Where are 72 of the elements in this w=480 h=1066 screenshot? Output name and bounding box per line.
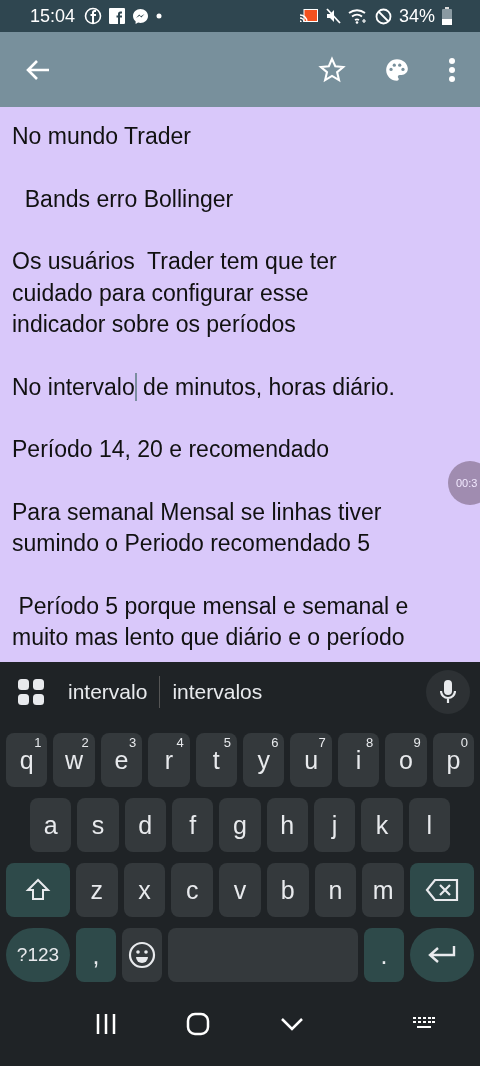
letter-key[interactable]: k [361,798,403,852]
letter-key[interactable]: j [313,798,356,852]
keyboard-icon[interactable] [413,1017,436,1031]
note-text-line: Os usuários Trader tem que ter [12,247,337,276]
note-text-line: cuidado para configurar esse [12,278,309,308]
letter-key[interactable]: v [219,863,261,917]
letter-key[interactable]: c [171,863,214,917]
back-arrow-icon[interactable] [26,58,50,81]
backspace-key[interactable] [410,863,475,917]
facebook-square-icon [109,8,126,24]
suggestion[interactable]: intervalos [160,680,275,704]
note-text-line: Para semanal Mensal se linhas tiver [12,497,382,527]
punctuation-key[interactable]: . [364,928,404,982]
letter-key[interactable]: d [124,798,166,852]
note-text-line: Bands erro Bollinger [23,184,234,214]
emoji-key[interactable] [122,928,162,982]
apps-grid-icon[interactable] [18,679,44,705]
letter-key[interactable]: n [314,863,357,917]
letter-key[interactable]: q 1 [6,733,48,787]
note-text-line: indicador sobre os períodos [12,310,296,339]
shift-arrow-icon [25,877,51,903]
letter-key[interactable]: i 8 [337,733,380,787]
letter-key[interactable]: b [266,863,309,917]
dot-icon [156,13,163,19]
letter-key[interactable]: t 5 [195,733,238,787]
letter-key[interactable]: y 6 [243,733,285,787]
do-not-disturb-icon [374,7,392,25]
enter-arrow-icon [427,944,457,966]
battery-percent: 34% [398,5,435,27]
letter-key[interactable]: h [266,798,308,852]
letter-key[interactable]: x [123,863,166,917]
letter-key[interactable]: r 4 [148,733,190,787]
mute-icon [324,8,341,24]
letter-key[interactable]: o 9 [385,733,427,787]
battery-icon [442,7,452,25]
letter-key[interactable]: w 2 [53,733,95,787]
backspace-icon [425,878,460,902]
letter-key[interactable]: p 0 [432,733,475,787]
letter-key[interactable]: g [219,798,261,852]
letter-key[interactable]: s [77,798,119,852]
facebook-circle-icon [84,7,103,25]
letter-key[interactable]: a [30,798,72,852]
home-icon[interactable] [186,1012,211,1036]
star-icon[interactable] [318,55,346,84]
note-text-line: Período 5 porque mensal e semanal e [17,591,409,621]
note-text-line: No intervalo de minutos, horas diário. [12,371,395,403]
letter-key[interactable]: f [172,798,214,852]
letter-key[interactable]: u 7 [290,733,332,787]
punctuation-key[interactable]: , [76,928,116,982]
more-menu-icon[interactable] [448,56,456,83]
mic-icon [440,679,456,705]
note-text-line: No mundo Trader [12,122,191,151]
shift-key[interactable] [6,863,70,917]
letter-key[interactable]: e 3 [100,733,143,787]
note-text-line: sumindo o Periodo recomendado 5 [12,529,370,558]
suggestion[interactable]: intervalo [56,680,160,704]
recent-apps-icon[interactable] [94,1013,117,1035]
letter-key[interactable]: z [76,863,118,917]
symbols-key[interactable]: ?123 [6,928,70,982]
palette-icon[interactable] [384,56,410,83]
chevron-down-icon[interactable] [279,1017,304,1031]
smiley-icon [128,941,156,969]
status-time: 15:04 [30,5,76,27]
letter-key[interactable]: m [362,863,405,917]
mic-button[interactable] [426,670,470,714]
letter-key[interactable]: l [408,798,450,852]
cast-icon [299,9,318,23]
note-text-line: Período 14, 20 e recomendado [12,435,330,464]
enter-key[interactable] [410,928,474,982]
messenger-icon [132,7,150,25]
wifi-icon [347,8,368,24]
note-text-line: muito mas lento que diário e o período [12,623,405,652]
